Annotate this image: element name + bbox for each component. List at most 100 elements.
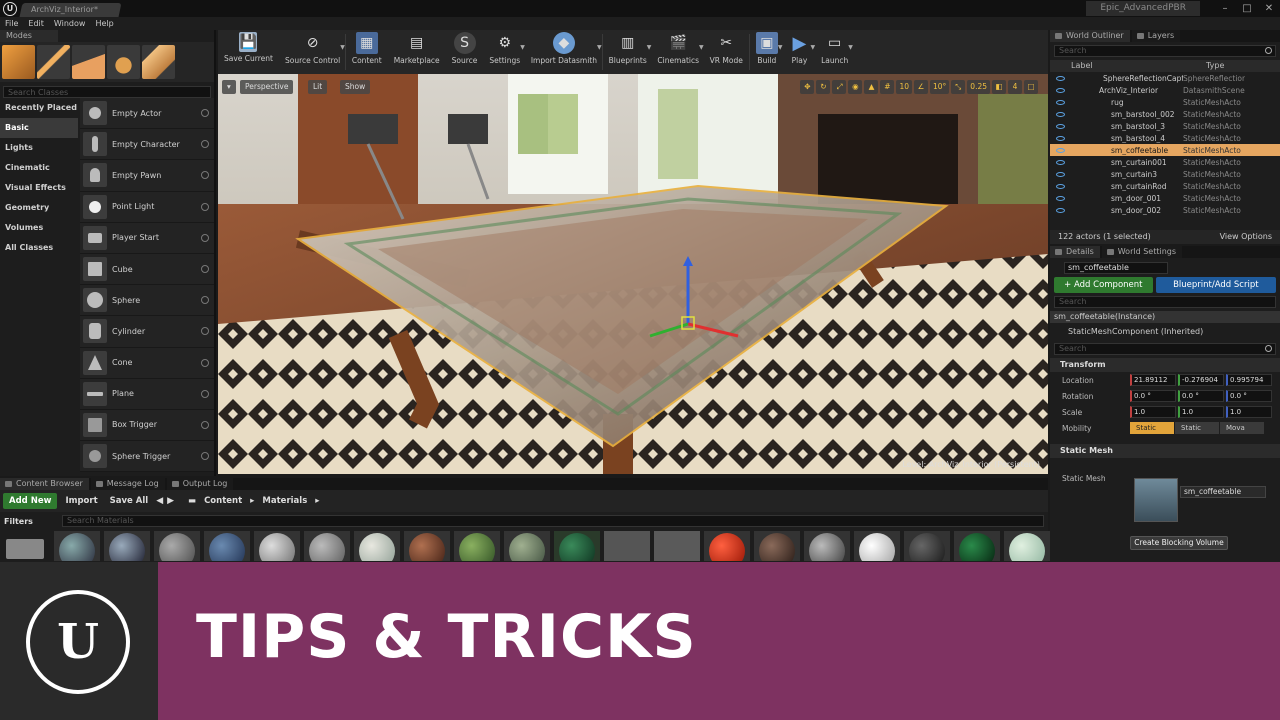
material-thumbnail[interactable]: [404, 531, 450, 561]
actor-point-light[interactable]: Point Light: [80, 191, 214, 223]
import-button[interactable]: Import: [61, 493, 101, 509]
save-all-button[interactable]: Save All: [106, 493, 153, 509]
minimize-button[interactable]: –: [1214, 3, 1236, 14]
search-classes-input[interactable]: Search Classes: [3, 86, 211, 98]
grid-snap-icon[interactable]: #: [880, 80, 895, 94]
column-type[interactable]: Type: [1206, 60, 1224, 72]
modes-tab[interactable]: Modes: [0, 30, 58, 42]
tab-world-settings[interactable]: World Settings: [1101, 246, 1183, 258]
material-thumbnail[interactable]: [954, 531, 1000, 561]
add-new-button[interactable]: Add New: [3, 493, 58, 509]
actor-player-start[interactable]: Player Start: [80, 222, 214, 254]
actor-cone[interactable]: Cone: [80, 347, 214, 379]
view-options-button[interactable]: View Options: [1220, 230, 1272, 244]
mobility-movable-button[interactable]: Mova: [1220, 422, 1264, 434]
category-recently-placed[interactable]: Recently Placed: [0, 98, 78, 118]
category-basic[interactable]: Basic: [0, 118, 78, 138]
tab-output-log[interactable]: Output Log: [166, 478, 234, 490]
eye-icon[interactable]: [1056, 135, 1065, 141]
actor-sphere-trigger[interactable]: Sphere Trigger: [80, 441, 214, 473]
launch-button[interactable]: ▭ Launch: [815, 32, 854, 65]
material-thumbnail[interactable]: [504, 531, 550, 561]
place-mode-icon[interactable]: [2, 45, 35, 79]
rotate-icon[interactable]: ↻: [816, 80, 831, 94]
source-control-button[interactable]: ⊘ Source Control: [279, 32, 346, 65]
search-materials-input[interactable]: Search Materials: [62, 515, 1044, 527]
save-current-button[interactable]: 💾 Save Current: [218, 32, 279, 63]
category-cinematic[interactable]: Cinematic: [0, 158, 78, 178]
component-search-input[interactable]: Search: [1054, 296, 1276, 308]
paint-mode-icon[interactable]: [37, 45, 70, 79]
table-row[interactable]: sm_barstool_4 StaticMeshActo: [1050, 132, 1280, 144]
geometry-mode-icon[interactable]: [142, 45, 175, 79]
material-thumbnail[interactable]: [254, 531, 300, 561]
material-thumbnail[interactable]: [554, 531, 600, 561]
maximize-viewport-icon[interactable]: □: [1024, 80, 1038, 94]
mobility-stationary-button[interactable]: Static: [1175, 422, 1219, 434]
table-row[interactable]: sm_curtain3 StaticMeshActo: [1050, 168, 1280, 180]
help-icon[interactable]: [201, 327, 209, 336]
material-thumbnail[interactable]: [854, 531, 900, 561]
menu-help[interactable]: Help: [90, 17, 118, 30]
material-thumbnail[interactable]: [1004, 531, 1050, 561]
category-geometry[interactable]: Geometry: [0, 198, 78, 218]
category-all-classes[interactable]: All Classes: [0, 238, 78, 258]
rotation-z-field[interactable]: 0.0 °: [1226, 390, 1272, 402]
material-thumbnail[interactable]: [654, 531, 700, 561]
blueprint-add-script-button[interactable]: Blueprint/Add Script: [1155, 277, 1276, 293]
actor-box-trigger[interactable]: Box Trigger: [80, 409, 214, 442]
camera-speed-icon[interactable]: ◧: [992, 80, 1006, 94]
scale-icon[interactable]: ⤢: [832, 80, 847, 94]
eye-icon[interactable]: [1056, 195, 1065, 201]
scale-x-field[interactable]: 1.0: [1130, 406, 1176, 418]
eye-icon[interactable]: [1056, 87, 1065, 93]
component-instance[interactable]: sm_coffeetable(Instance): [1050, 311, 1280, 323]
table-row[interactable]: sm_barstool_3 StaticMeshActo: [1050, 120, 1280, 132]
rotation-snap-icon[interactable]: ∠: [914, 80, 928, 94]
show-button[interactable]: Show: [340, 80, 371, 94]
material-thumbnail[interactable]: [804, 531, 850, 561]
table-row[interactable]: sm_curtainRod StaticMeshActo: [1050, 180, 1280, 192]
perspective-button[interactable]: Perspective: [240, 80, 294, 94]
camera-speed-value[interactable]: 4: [1008, 80, 1022, 94]
eye-icon[interactable]: [1056, 99, 1065, 105]
material-thumbnail[interactable]: [454, 531, 500, 561]
breadcrumb-materials[interactable]: Materials: [262, 496, 307, 506]
material-thumbnail[interactable]: [304, 531, 350, 561]
table-row[interactable]: rug StaticMeshActo: [1050, 96, 1280, 108]
property-search-input[interactable]: Search: [1054, 343, 1276, 355]
settings-button[interactable]: ⚙ Settings: [483, 32, 526, 65]
tab-layers[interactable]: Layers: [1131, 30, 1181, 42]
filters-button[interactable]: Filters: [4, 517, 58, 526]
mobility-static-button[interactable]: Static: [1130, 422, 1174, 434]
tab-details[interactable]: Details: [1050, 246, 1100, 258]
help-icon[interactable]: [201, 452, 209, 461]
category-visual-effects[interactable]: Visual Effects: [0, 178, 78, 198]
help-icon[interactable]: [201, 140, 209, 149]
help-icon[interactable]: [201, 265, 209, 274]
material-thumbnail[interactable]: [704, 531, 750, 561]
location-z-field[interactable]: 0.995794: [1226, 374, 1272, 386]
static-mesh-section[interactable]: Static Mesh: [1050, 444, 1280, 458]
rotation-snap-value[interactable]: 10°: [930, 80, 950, 94]
static-mesh-thumbnail[interactable]: [1134, 478, 1178, 522]
help-icon[interactable]: [201, 233, 209, 242]
landscape-mode-icon[interactable]: [72, 45, 105, 79]
actor-name-field[interactable]: sm_coffeetable: [1064, 262, 1168, 274]
eye-icon[interactable]: [1056, 111, 1065, 117]
play-button[interactable]: ▶ Play: [782, 32, 816, 66]
material-thumbnail[interactable]: [54, 531, 100, 561]
material-thumbnail[interactable]: [754, 531, 800, 561]
eye-icon[interactable]: [1056, 123, 1065, 129]
eye-icon[interactable]: [1056, 147, 1065, 153]
tab-world-outliner[interactable]: World Outliner: [1050, 30, 1130, 42]
table-row[interactable]: sm_barstool_002 StaticMeshActo: [1050, 108, 1280, 120]
foliage-mode-icon[interactable]: [107, 45, 140, 79]
create-blocking-volume-button[interactable]: Create Blocking Volume: [1130, 536, 1228, 550]
breadcrumb-content[interactable]: Content: [204, 496, 242, 506]
scale-snap-icon[interactable]: ⤡: [951, 80, 966, 94]
scale-y-field[interactable]: 1.0: [1178, 406, 1224, 418]
cinematics-button[interactable]: 🎬 Cinematics: [651, 32, 705, 65]
add-component-button[interactable]: + Add Component: [1054, 277, 1153, 293]
close-button[interactable]: ✕: [1258, 3, 1280, 14]
